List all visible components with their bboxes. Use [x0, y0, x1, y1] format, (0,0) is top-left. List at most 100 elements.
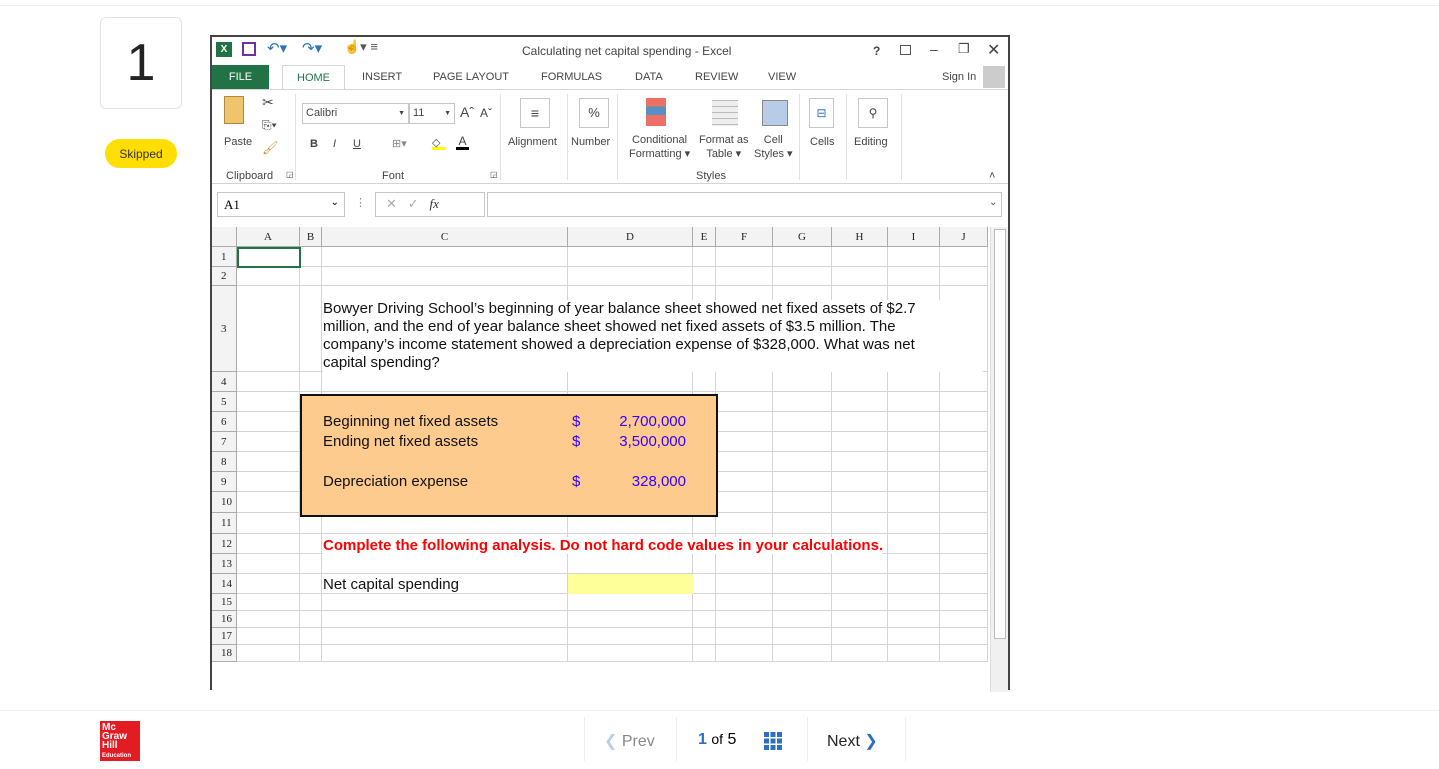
input-value[interactable]: 3,500,000 [619, 433, 686, 450]
column-header-I[interactable]: I [888, 227, 940, 247]
undo-icon[interactable]: ↶▾ [267, 39, 287, 57]
cell[interactable] [940, 267, 988, 286]
grid-view-icon[interactable] [764, 732, 782, 750]
cell[interactable] [888, 392, 940, 412]
underline-button[interactable]: U [353, 138, 361, 150]
cell[interactable] [716, 412, 773, 432]
row-header-16[interactable]: 16 [212, 611, 237, 628]
input-value[interactable]: 2,700,000 [619, 413, 686, 430]
cell-styles-icon[interactable] [762, 100, 788, 126]
cell[interactable] [716, 267, 773, 286]
cell[interactable] [693, 267, 716, 286]
cell[interactable] [773, 594, 832, 611]
cell[interactable] [300, 554, 322, 574]
cell[interactable] [716, 645, 773, 662]
cell[interactable] [716, 554, 773, 574]
row-header-3[interactable]: 3 [212, 286, 237, 372]
user-avatar-icon[interactable] [983, 66, 1005, 88]
cell[interactable] [888, 574, 940, 594]
column-header-F[interactable]: F [716, 227, 773, 247]
cell[interactable] [773, 412, 832, 432]
column-header-J[interactable]: J [940, 227, 988, 247]
cell[interactable] [940, 574, 988, 594]
cell[interactable] [940, 611, 988, 628]
cell[interactable] [237, 432, 300, 452]
tab-page-layout[interactable]: PAGE LAYOUT [433, 71, 509, 83]
cell[interactable] [888, 594, 940, 611]
cell[interactable] [832, 645, 888, 662]
cell[interactable] [300, 534, 322, 554]
cell[interactable] [322, 247, 568, 267]
cell[interactable] [888, 534, 940, 554]
cell[interactable] [237, 594, 300, 611]
cell[interactable] [773, 267, 832, 286]
cell[interactable] [568, 372, 693, 392]
cell[interactable] [237, 286, 300, 372]
font-launcher-icon[interactable]: ◲ [490, 170, 498, 179]
touch-mode-icon[interactable]: ☝▾ ≡ [344, 39, 378, 55]
row-header-15[interactable]: 15 [212, 594, 237, 611]
cell[interactable] [773, 492, 832, 513]
cell[interactable] [568, 267, 693, 286]
cell[interactable] [693, 594, 716, 611]
expand-formula-icon[interactable]: ⌄ [989, 197, 997, 208]
cell[interactable] [693, 645, 716, 662]
row-header-11[interactable]: 11 [212, 513, 237, 534]
ribbon-display-icon[interactable] [900, 45, 911, 55]
cell[interactable] [322, 372, 568, 392]
cell[interactable] [237, 534, 300, 554]
cell[interactable] [693, 611, 716, 628]
cell[interactable] [888, 267, 940, 286]
alignment-button[interactable]: Alignment [508, 136, 557, 148]
restore-icon[interactable]: ❐ [958, 41, 970, 57]
cell[interactable] [300, 247, 322, 267]
tab-file[interactable]: FILE [212, 65, 269, 89]
row-header-6[interactable]: 6 [212, 412, 237, 432]
select-all-button[interactable] [212, 227, 237, 247]
cell[interactable] [237, 452, 300, 472]
cell[interactable] [773, 611, 832, 628]
cell[interactable] [693, 372, 716, 392]
cell[interactable] [300, 574, 322, 594]
paste-icon[interactable] [224, 96, 244, 124]
cell[interactable] [300, 611, 322, 628]
cell[interactable] [940, 412, 988, 432]
row-header-14[interactable]: 14 [212, 574, 237, 594]
tab-formulas[interactable]: FORMULAS [541, 71, 602, 83]
editing-button[interactable]: Editing [854, 136, 888, 148]
answer-cell[interactable] [568, 574, 693, 594]
font-size-select[interactable]: 11 ▼ [409, 103, 455, 124]
fill-color-icon[interactable]: ◇ [432, 136, 446, 150]
cell[interactable] [237, 554, 300, 574]
cell[interactable] [832, 513, 888, 534]
cell[interactable] [322, 554, 568, 574]
cell[interactable] [940, 513, 988, 534]
cell[interactable] [568, 628, 693, 645]
tab-view[interactable]: VIEW [768, 71, 796, 83]
cell[interactable] [237, 372, 300, 392]
cell[interactable] [300, 267, 322, 286]
row-header-4[interactable]: 4 [212, 372, 237, 392]
cell[interactable] [322, 594, 568, 611]
cell[interactable] [322, 645, 568, 662]
cell[interactable] [300, 286, 322, 372]
cell[interactable] [940, 534, 988, 554]
cell[interactable] [716, 472, 773, 492]
cell[interactable] [773, 574, 832, 594]
cell[interactable] [832, 372, 888, 392]
cell[interactable] [693, 574, 716, 594]
cell[interactable] [716, 452, 773, 472]
cell[interactable] [940, 645, 988, 662]
cell[interactable] [773, 472, 832, 492]
column-header-B[interactable]: B [300, 227, 322, 247]
cell[interactable] [237, 611, 300, 628]
collapse-ribbon-icon[interactable]: ˄ [989, 170, 995, 182]
cell[interactable] [773, 392, 832, 412]
decrease-font-icon[interactable]: Aˇ [480, 106, 492, 120]
cell[interactable] [237, 267, 300, 286]
tab-insert[interactable]: INSERT [362, 71, 402, 83]
cell[interactable] [940, 432, 988, 452]
tab-data[interactable]: DATA [635, 71, 663, 83]
cell[interactable] [773, 554, 832, 574]
cells-icon[interactable]: ⊟ [809, 98, 834, 128]
